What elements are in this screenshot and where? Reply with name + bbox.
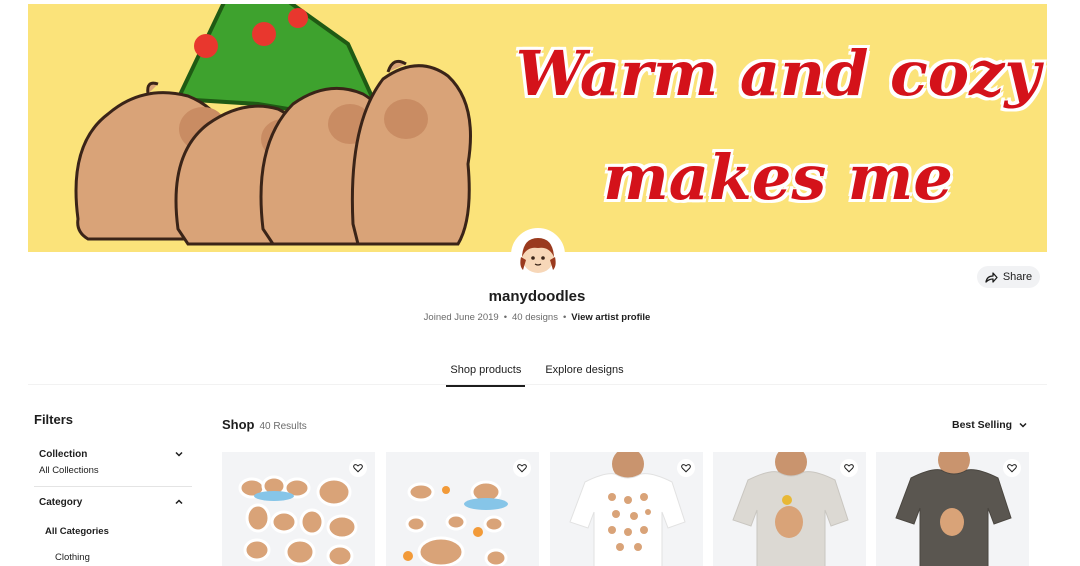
collection-filter-toggle[interactable]: Collection [39, 449, 184, 460]
category-filter-toggle[interactable]: Category [39, 497, 184, 508]
results-count: 40 Results [259, 421, 307, 432]
favorite-button[interactable] [840, 459, 858, 477]
product-card-dark-tshirt[interactable] [876, 452, 1029, 566]
artist-meta: Joined June 2019 • 40 designs • View artist … [0, 312, 1074, 323]
product-card-grey-tshirt[interactable] [713, 452, 866, 566]
favorite-button[interactable] [349, 459, 367, 477]
sort-value: Best Selling [952, 419, 1013, 431]
design-count: 40 designs [512, 312, 558, 323]
favorite-button[interactable] [513, 459, 531, 477]
filters-title: Filters [34, 412, 74, 427]
avatar-girl-face-icon [520, 238, 556, 273]
share-label: Share [1002, 271, 1033, 283]
shop-heading: Shop 40 Results [222, 417, 307, 432]
chevron-up-icon [175, 499, 183, 505]
shop-title: Shop [222, 417, 255, 432]
collection-filter-value: All Collections [39, 465, 99, 476]
collection-filter-label: Collection [39, 449, 88, 460]
meta-separator: • [562, 312, 567, 323]
category-option-all[interactable]: All Categories [45, 526, 109, 537]
banner-slogan: Warm and cozy makes me cappy! [508, 22, 1047, 252]
heart-icon [1007, 464, 1017, 473]
joined-date: Joined June 2019 [423, 312, 499, 323]
product-card-white-tshirt[interactable] [550, 452, 703, 566]
banner-line-1: Warm and cozy [515, 36, 1042, 111]
heart-icon [844, 464, 854, 473]
chevron-down-icon [175, 451, 183, 457]
banner-line-2: makes me cappy! [602, 140, 954, 252]
filter-divider [34, 486, 192, 487]
category-option-clothing[interactable]: Clothing [55, 552, 90, 563]
artist-banner: Warm and cozy makes me cappy! [28, 4, 1047, 252]
category-filter-label: Category [39, 497, 83, 508]
chevron-down-icon [1019, 422, 1027, 428]
view-artist-profile-link[interactable]: View artist profile [571, 312, 650, 323]
favorite-button[interactable] [1003, 459, 1021, 477]
tabs-divider [28, 384, 1047, 385]
meta-separator: • [503, 312, 508, 323]
favorite-button[interactable] [677, 459, 695, 477]
heart-icon [517, 464, 527, 473]
heart-icon [681, 464, 691, 473]
product-card-sticker-2[interactable] [386, 452, 539, 566]
artist-avatar[interactable] [511, 228, 565, 282]
sort-dropdown[interactable]: Best Selling [952, 419, 1028, 431]
share-button[interactable]: Share [977, 266, 1040, 288]
heart-icon [353, 464, 363, 473]
artist-name: manydoodles [488, 288, 586, 305]
product-card-sticker-1[interactable] [222, 452, 375, 566]
share-arrow-icon [985, 271, 998, 283]
